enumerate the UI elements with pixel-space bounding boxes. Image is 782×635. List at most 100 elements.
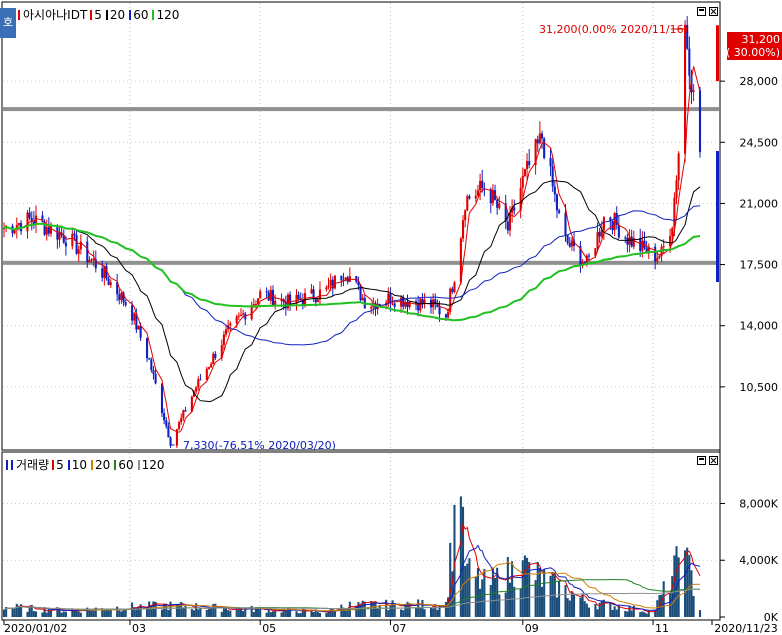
volume-bar	[109, 609, 112, 617]
candle-body	[340, 275, 343, 281]
volume-bar	[235, 608, 238, 617]
volume-bar	[393, 603, 396, 617]
volume-bar	[190, 609, 193, 617]
candle-body	[163, 413, 166, 421]
candle-body	[624, 237, 627, 239]
volume-bar	[160, 609, 164, 617]
volume-bar	[252, 611, 255, 617]
candle-body	[688, 48, 691, 76]
candle-body	[180, 417, 183, 423]
volume-bar	[118, 610, 121, 617]
volume-bar	[374, 602, 377, 617]
candle-body	[570, 240, 573, 247]
price-pane-maximize-button[interactable]	[697, 7, 706, 16]
candle-body	[165, 420, 168, 427]
volume-bar	[600, 600, 603, 617]
volume-legend-swatch-10	[67, 459, 70, 470]
volume-bar	[673, 555, 676, 617]
price-pane-close-button[interactable]	[709, 7, 718, 16]
candle-body	[254, 303, 257, 305]
volume-bar	[26, 611, 29, 617]
xtick-label: 2020/01/02	[4, 622, 67, 635]
candle-body	[662, 246, 665, 248]
price-legend-title: 아시아나IDT	[23, 8, 88, 22]
volume-pane-close-button[interactable]	[709, 456, 718, 465]
candle-body	[684, 24, 687, 154]
volume-pane-maximize-button[interactable]	[697, 456, 706, 465]
candle-body	[28, 212, 31, 218]
price-legend-label-5: 5	[94, 7, 102, 22]
reference-line[interactable]	[3, 107, 719, 112]
candle-body	[654, 246, 657, 262]
candle-body	[658, 256, 661, 258]
volume-bar	[45, 612, 48, 617]
xtick-label: 2020/11/23	[714, 622, 777, 635]
candle-body	[139, 326, 142, 338]
candle-body	[310, 289, 313, 294]
volume-bar	[267, 608, 270, 617]
candle-body	[464, 210, 467, 221]
volume-legend-label-5: 5	[56, 457, 64, 472]
volume-legend-marker	[6, 459, 8, 470]
candle-body	[101, 268, 104, 278]
volume-bar	[387, 610, 390, 617]
volume-bar	[124, 609, 127, 617]
volume-bar	[284, 610, 287, 617]
candle-body	[444, 314, 447, 318]
candle-body	[327, 285, 330, 288]
ma-line-120	[3, 222, 701, 322]
volume-bar	[692, 595, 695, 617]
candle-body	[118, 294, 121, 301]
volume-bar	[182, 607, 185, 617]
price-legend-swatch-5	[90, 9, 93, 20]
volume-pane-frame	[1, 451, 721, 621]
volume-bar	[299, 613, 302, 617]
price-legend-swatch-20	[105, 9, 108, 20]
volume-bar	[628, 605, 631, 617]
xtick-label: 03	[132, 622, 146, 635]
price-ytick-label: 14,000	[740, 320, 779, 333]
volume-bar	[316, 611, 319, 617]
candle-body	[408, 301, 411, 308]
candle-body	[528, 161, 531, 166]
volume-bar	[197, 609, 200, 617]
volume-bar	[259, 608, 262, 617]
candle-body	[88, 259, 91, 263]
volume-bar	[269, 612, 272, 617]
volume-bar	[314, 610, 317, 617]
xtick-label: 09	[525, 622, 539, 635]
volume-bar	[105, 610, 108, 617]
candle-body	[133, 313, 136, 321]
volume-bar	[242, 611, 245, 617]
volume-bar	[686, 547, 689, 617]
candle-body	[438, 307, 441, 315]
volume-legend-label-60: 60	[118, 457, 134, 472]
volume-bar	[421, 600, 424, 617]
volume-bar	[436, 609, 439, 617]
volume-bar	[566, 598, 569, 617]
candle-body	[543, 138, 546, 158]
volume-bar	[491, 567, 494, 617]
candle-body	[558, 210, 561, 213]
side-tab[interactable]: 호	[0, 8, 16, 38]
candle-body	[639, 238, 642, 251]
candle-body	[86, 241, 89, 263]
candle-body	[212, 353, 215, 364]
volume-bar	[423, 609, 426, 617]
volume-bar	[103, 610, 106, 617]
volume-bar	[675, 546, 678, 617]
reference-line[interactable]	[3, 260, 719, 265]
candle-body	[333, 275, 336, 289]
volume-bar	[543, 569, 546, 617]
candle-body	[49, 225, 53, 234]
candle-body	[90, 259, 93, 261]
volume-bar	[312, 611, 315, 617]
volume-bar	[583, 601, 586, 617]
candle-body	[564, 212, 567, 236]
candle-body	[602, 217, 605, 231]
volume-bar	[325, 613, 328, 617]
candle-body	[461, 220, 465, 239]
ma-line-20	[3, 180, 701, 403]
candle-body	[466, 196, 469, 211]
candle-body	[447, 311, 450, 318]
